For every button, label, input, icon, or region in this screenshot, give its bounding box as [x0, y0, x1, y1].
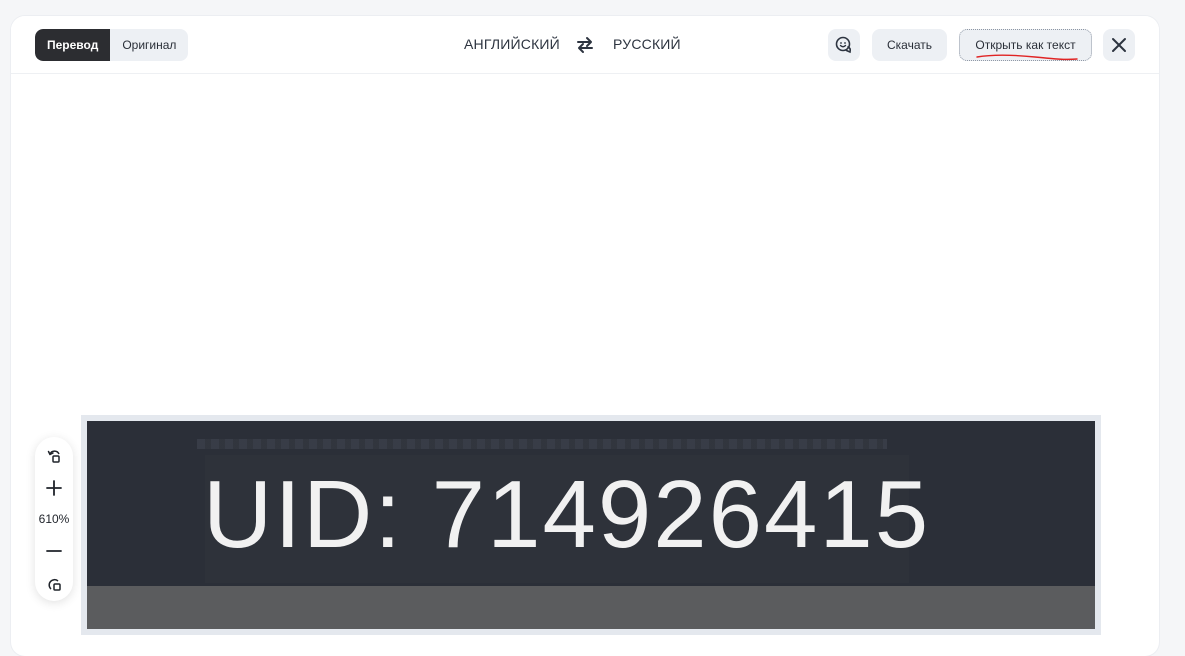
image-bottom-strip — [87, 586, 1095, 629]
source-language[interactable]: АНГЛИЙСКИЙ — [464, 36, 560, 52]
face-feedback-icon — [835, 36, 852, 54]
plus-icon — [46, 480, 62, 496]
fit-button[interactable] — [35, 574, 73, 594]
zoom-in-button[interactable] — [35, 477, 73, 499]
feedback-button[interactable] — [828, 29, 860, 61]
mode-switch: Перевод Оригинал — [35, 29, 189, 61]
document-image-frame: UID: 714926415 — [81, 415, 1101, 635]
zoom-out-button[interactable] — [35, 540, 73, 562]
minus-icon — [46, 550, 62, 552]
blurred-text-line — [197, 439, 887, 449]
fit-screen-icon — [48, 578, 61, 591]
uid-text: UID: 714926415 — [203, 461, 931, 568]
close-icon — [1112, 38, 1126, 52]
zoom-level: 610% — [38, 512, 70, 526]
document-image: UID: 714926415 — [87, 421, 1095, 629]
rotate-button[interactable] — [35, 446, 73, 466]
close-button[interactable] — [1103, 29, 1135, 61]
download-button[interactable]: Скачать — [872, 29, 947, 61]
tab-translation[interactable]: Перевод — [35, 29, 111, 61]
rotate-icon — [47, 450, 60, 463]
tab-original[interactable]: Оригинал — [110, 29, 188, 61]
toolbar: Перевод Оригинал АНГЛИЙСКИЙ РУССКИЙ Скач… — [11, 16, 1159, 74]
target-language[interactable]: РУССКИЙ — [613, 36, 681, 52]
swap-arrows-icon[interactable] — [575, 35, 595, 55]
zoom-controls: 610% — [35, 437, 73, 601]
red-underline-annotation — [976, 54, 1078, 61]
